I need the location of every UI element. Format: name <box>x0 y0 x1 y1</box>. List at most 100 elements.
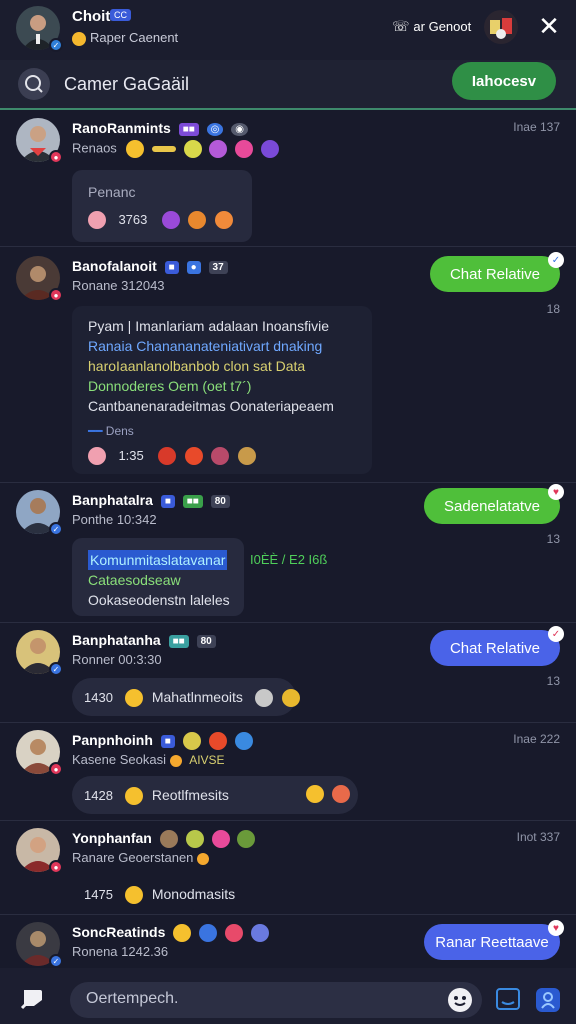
chat-relative-button[interactable]: Chat Relative ✓ <box>430 626 564 666</box>
pig-icon <box>88 446 106 465</box>
relative-button[interactable]: Ranar Reettaave ♥ <box>424 920 564 960</box>
message-line: Cantbanenaradeitmas Oonateriapeaem <box>88 398 334 414</box>
timestamp: 13 <box>546 532 560 546</box>
reaction-row <box>306 785 354 803</box>
sender-subtitle: Kasene Seokasi AIVSE <box>72 752 225 767</box>
sticker-icon[interactable] <box>20 986 46 1010</box>
gallery-icon[interactable] <box>496 988 520 1010</box>
globe-icon: ◎ <box>206 122 224 136</box>
header-tag: CC <box>110 9 131 21</box>
message-bubble[interactable]: 1428 Reotlfmesits <box>72 776 358 814</box>
message-item: ● Panpnhoinh ■ Kasene Seokasi AIVSE Inae… <box>0 726 576 822</box>
compose-placeholder: Oertempech. <box>86 990 179 1007</box>
smile-icon <box>72 31 86 46</box>
emoji-icon <box>158 446 177 465</box>
emoji-picker-icon[interactable] <box>448 988 472 1012</box>
relative-button[interactable]: Sadenelatatve ♥ <box>424 484 564 524</box>
chat-relative-button[interactable]: Chat Relative ✓ <box>430 252 564 292</box>
message-bubble[interactable]: Penanc 3763 <box>72 170 252 242</box>
sender-subtitle: Ranare Geoerstanen <box>72 850 213 865</box>
search-bar: Camer GaGaäil Iahocesv <box>0 60 576 110</box>
profile-icon[interactable] <box>536 988 560 1012</box>
foot-label: ━━ Dens <box>88 424 134 438</box>
sender-subtitle: Ronner 00:3:30 <box>72 652 162 667</box>
search-icon[interactable] <box>18 68 50 100</box>
composer-bar: Oertempech. <box>0 968 576 1024</box>
message-item: ● RanoRanmints ■■ ◎ ◉ Renaos Inae 137 Pe… <box>0 112 576 252</box>
role-tag: ■ <box>160 734 175 748</box>
avatar[interactable]: ✓ <box>16 922 63 968</box>
avatar[interactable]: ● <box>16 828 63 874</box>
search-input[interactable]: Camer GaGaäil <box>64 74 189 95</box>
header-status-text: Raper Caenent <box>90 30 179 45</box>
sender-name: Banphatanha ■■ 80 <box>72 632 216 648</box>
message-item: ✓ Banphatalra ■ ■■ 80 Ponthe 10:342 Sade… <box>0 484 576 622</box>
emoji-icon <box>209 140 228 158</box>
avatar[interactable]: ● <box>16 730 63 776</box>
side-note: I0ÈÈ / E2 I6ß <box>250 552 328 567</box>
sender-subtitle-text: Ranare Geoerstanen <box>72 850 194 865</box>
message-item: ● Yonphanfan Ranare Geoerstanen Inot 337… <box>0 824 576 914</box>
emoji-icon <box>211 446 230 465</box>
emoji-icon <box>237 830 256 849</box>
divider <box>0 914 576 915</box>
foot-label-text: Dens <box>105 424 134 438</box>
message-item: ✓ SoncReatinds Ronena 1242.36 Ranar Reet… <box>0 918 576 968</box>
reaction-count: 1:35 <box>118 448 144 463</box>
reaction-row: 1430 Mahatlnmeoits <box>84 687 304 708</box>
message-bubble[interactable]: 1430 Mahatlnmeoits <box>72 678 300 716</box>
message-bubble[interactable]: Pyam | Imanlariam adalaan Inoansfivie Ra… <box>72 306 372 474</box>
sender-name: Panpnhoinh ■ <box>72 732 257 751</box>
avatar[interactable]: ✓ <box>16 490 63 536</box>
emoji-icon <box>184 446 203 465</box>
emoji-icon <box>214 210 233 229</box>
timestamp: 18 <box>546 302 560 316</box>
header-call-action[interactable]: ☏ ar Genoot <box>392 18 471 35</box>
emoji-icon <box>211 830 230 849</box>
message-bubble[interactable]: Komunmitaslatavanar Cataesodseaw Ookaseo… <box>72 538 244 616</box>
emoji-icon <box>255 688 274 707</box>
emoji-icon <box>260 140 279 158</box>
header-group-avatar[interactable] <box>484 10 518 44</box>
emoji-icon <box>199 924 218 943</box>
smile-icon <box>125 688 144 707</box>
emoji-icon <box>281 688 300 707</box>
message-line: Ranaia Chanananateniativart dnaking <box>88 338 323 354</box>
avatar[interactable]: ● <box>16 118 63 164</box>
subtitle-suffix: AIVSE <box>189 753 225 767</box>
rank-tag: ■■ <box>182 494 203 508</box>
emoji-icon <box>208 732 227 751</box>
sender-name-text: Banphatanha <box>72 632 161 648</box>
emoji-icon <box>161 210 180 229</box>
sender-name-text: RanoRanmints <box>72 120 171 136</box>
search-button[interactable]: Iahocesv <box>452 62 556 100</box>
heart-icon: ♥ <box>548 920 564 936</box>
message-item: ● Banofalanoit ■ ● 37 Ronane 312043 Chat… <box>0 250 576 480</box>
sender-name: Banphatalra ■ ■■ 80 <box>72 492 230 508</box>
divider <box>0 622 576 623</box>
reaction-row: 1428 Reotlfmesits <box>84 785 229 806</box>
sender-name-text: Banphatalra <box>72 492 153 508</box>
sender-name: Banofalanoit ■ ● 37 <box>72 258 228 274</box>
reaction-row: 1475 Monodmasits <box>84 884 235 905</box>
status-icon: ◉ <box>231 122 249 136</box>
reaction-count: 1475 <box>84 887 113 902</box>
message-line: Pyam | Imanlariam adalaan Inoansfivie <box>88 318 329 334</box>
badge-icon: ● <box>49 762 63 776</box>
emoji-icon <box>197 852 210 865</box>
avatar[interactable]: ✓ <box>16 630 63 676</box>
reaction-row: 3763 <box>88 210 237 230</box>
pill-label: Sadenelatatve <box>444 497 540 515</box>
role-tag: ■■ <box>178 122 199 136</box>
message-line: Cataesodseaw <box>88 572 181 588</box>
emoji-icon <box>332 785 351 803</box>
message-input[interactable]: Oertempech. <box>70 982 482 1018</box>
sender-subtitle: Ronena 1242.36 <box>72 944 169 959</box>
header-name: Choit <box>72 8 111 25</box>
divider <box>0 722 576 723</box>
avatar[interactable]: ● <box>16 256 63 302</box>
header-avatar[interactable]: ✓ <box>16 6 63 52</box>
divider <box>0 820 576 821</box>
sender-name-text: Banofalanoit <box>72 258 157 274</box>
close-icon[interactable]: ✕ <box>536 13 562 40</box>
